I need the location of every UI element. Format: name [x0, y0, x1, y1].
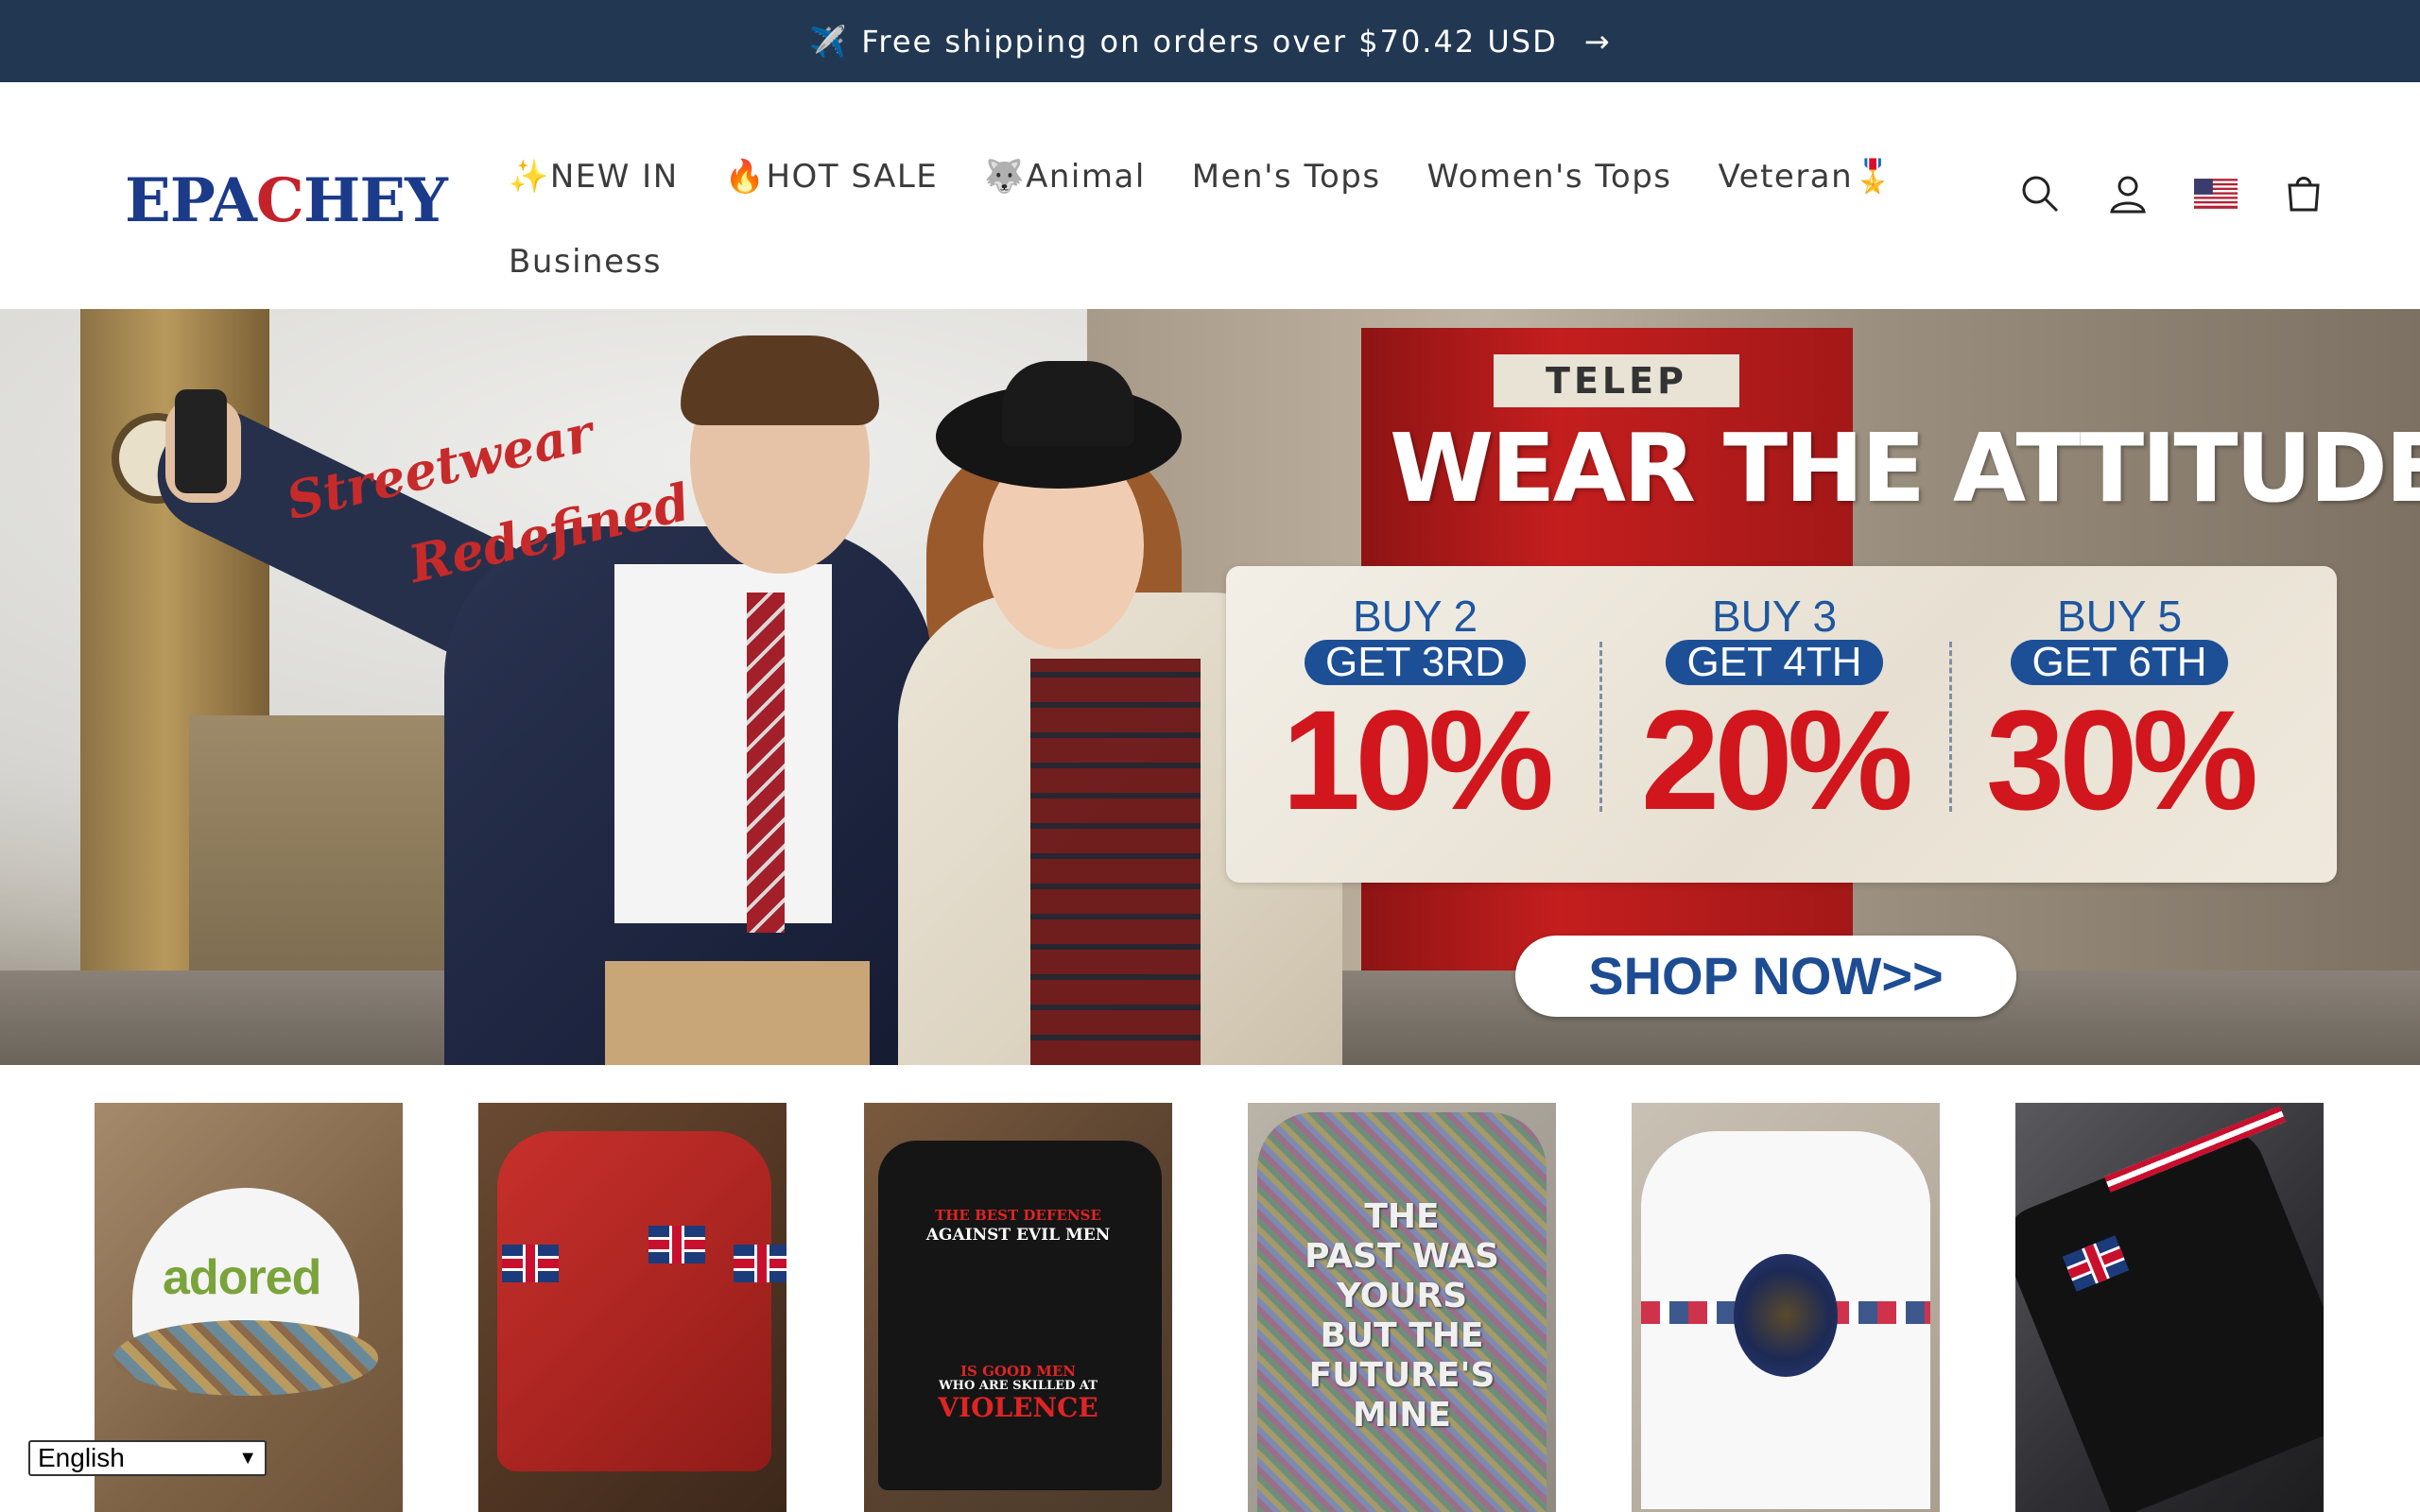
- cap-brim: [113, 1320, 378, 1396]
- offer-2: BUY 3 GET 4TH 20%: [1618, 594, 1930, 831]
- nav-item-animal[interactable]: 🐺Animal: [984, 158, 1146, 196]
- union-jack-icon: [648, 1226, 705, 1263]
- announcement-link[interactable]: ✈️ Free shipping on orders over $70.42 U…: [808, 24, 1611, 60]
- offer-2-get: GET 4TH: [1666, 640, 1883, 685]
- chevron-down-icon: ▼: [238, 1447, 257, 1469]
- glitter-line-5: FUTURE'S: [1308, 1356, 1495, 1395]
- nav-item-womens-tops[interactable]: Women's Tops: [1427, 158, 1672, 196]
- man-hair: [681, 335, 879, 425]
- logo-part-2: C: [255, 164, 304, 236]
- main-nav: ✨NEW IN 🔥HOT SALE 🐺Animal Men's Tops Wom…: [509, 134, 1893, 304]
- offer-3-percent: 30%: [1985, 680, 2258, 839]
- glitter-line-4: BUT THE: [1320, 1316, 1484, 1355]
- black-polo-image: [2015, 1120, 2324, 1512]
- offer-3: BUY 5 GET 6TH 30%: [1963, 594, 2275, 831]
- glitter-tee-text: THE PAST WAS YOURS BUT THE FUTURE'S MINE: [1248, 1197, 1556, 1435]
- offer-1: BUY 2 GET 3RD 10%: [1259, 594, 1571, 831]
- offer-1-percent: 10%: [1281, 680, 1554, 839]
- logo[interactable]: EPACHEY: [125, 163, 448, 238]
- logo-part-1: EPA: [125, 164, 257, 236]
- language-selected: English: [38, 1443, 125, 1472]
- offer-2-percent: 20%: [1640, 680, 1913, 839]
- logo-part-3: HEY: [302, 164, 448, 236]
- nav-item-new-in[interactable]: ✨NEW IN: [509, 158, 679, 196]
- glitter-line-2: PAST WAS: [1305, 1237, 1499, 1276]
- hero-headline: WEAR THE ATTITUDE: [1390, 413, 2420, 524]
- nav-row-2: Business: [509, 219, 1870, 304]
- man-pants: [605, 961, 870, 1065]
- arrow-right-icon: →: [1583, 23, 1612, 60]
- promo-card: BUY 2 GET 3RD 10% BUY 3 GET 4TH 20% BUY …: [1226, 566, 2337, 883]
- nav-row-1: ✨NEW IN 🔥HOT SALE 🐺Animal Men's Tops Wom…: [509, 134, 1893, 219]
- product-card-black-tee[interactable]: THE BEST DEFENSE AGAINST EVIL MEN IS GOO…: [864, 1103, 1172, 1512]
- union-jack-icon: [734, 1245, 786, 1282]
- header-icons: [2018, 172, 2325, 215]
- tee-text-line-3: IS GOOD MEN: [960, 1363, 1076, 1380]
- woman-plaid-dress: [1030, 659, 1201, 1065]
- cart-icon[interactable]: [2282, 172, 2325, 215]
- phone-box-sign: TELEP: [1494, 354, 1739, 407]
- nav-item-mens-tops[interactable]: Men's Tops: [1192, 158, 1381, 196]
- language-select[interactable]: English ▼: [28, 1440, 267, 1476]
- site-header: EPACHEY ✨NEW IN 🔥HOT SALE 🐺Animal Men's …: [0, 82, 2420, 309]
- shop-now-button[interactable]: SHOP NOW>>: [1515, 936, 2016, 1017]
- offer-3-buy: BUY 5: [2056, 592, 2183, 641]
- announcement-bar: ✈️ Free shipping on orders over $70.42 U…: [0, 0, 2420, 82]
- us-flag-icon[interactable]: [2194, 172, 2238, 215]
- offer-divider: [1599, 642, 1602, 812]
- hero-banner[interactable]: TELEP Streetwear Redefined WEAR THE ATTI…: [0, 309, 2420, 1065]
- glitter-line-1: THE: [1364, 1197, 1440, 1236]
- tee-text-line-4: WHO ARE SKILLED AT: [939, 1379, 1098, 1393]
- black-tee-image: [878, 1141, 1162, 1490]
- product-row: adored THE BEST DEFENSE AGAINST EVIL MEN…: [0, 1103, 2420, 1512]
- product-card-glitter-tee[interactable]: THE PAST WAS YOURS BUT THE FUTURE'S MINE: [1248, 1103, 1556, 1512]
- tee-text-line-1: THE BEST DEFENSE: [935, 1207, 1101, 1224]
- red-pullover-image: [497, 1131, 771, 1471]
- man-tie: [747, 593, 785, 933]
- offer-1-get: GET 3RD: [1305, 640, 1526, 685]
- man-shirt: [614, 564, 832, 923]
- cap-print-text: adored: [163, 1250, 321, 1305]
- nav-item-hot-sale[interactable]: 🔥HOT SALE: [725, 158, 939, 196]
- nav-item-business[interactable]: Business: [509, 243, 662, 281]
- union-jack-icon: [502, 1245, 559, 1282]
- tee-text-line-2: AGAINST EVIL MEN: [925, 1226, 1111, 1245]
- tee-text-line-5: VIOLENCE: [938, 1392, 1098, 1423]
- offer-3-get: GET 6TH: [2011, 640, 2228, 685]
- lion-graphic: [1734, 1254, 1838, 1377]
- logo-text: EPACHEY: [125, 164, 448, 236]
- offer-1-buy: BUY 2: [1352, 592, 1478, 641]
- product-card-polo[interactable]: [2015, 1103, 2324, 1512]
- product-card-lion-hoodie[interactable]: [1632, 1103, 1940, 1512]
- glitter-line-6: MINE: [1353, 1396, 1451, 1435]
- offer-2-buy: BUY 3: [1711, 592, 1838, 641]
- search-icon[interactable]: [2018, 172, 2062, 215]
- announcement-text: Free shipping on orders over $70.42 USD: [861, 23, 1558, 60]
- glitter-line-3: YOURS: [1336, 1277, 1468, 1315]
- smartphone: [175, 389, 227, 493]
- account-icon[interactable]: [2106, 172, 2150, 215]
- offer-divider: [1949, 642, 1952, 812]
- product-card-red-pullover[interactable]: [478, 1103, 786, 1512]
- woman-hat-crown: [1002, 361, 1134, 446]
- nav-item-veteran[interactable]: Veteran🎖️: [1719, 158, 1894, 196]
- airplane-icon: ✈️: [808, 23, 849, 60]
